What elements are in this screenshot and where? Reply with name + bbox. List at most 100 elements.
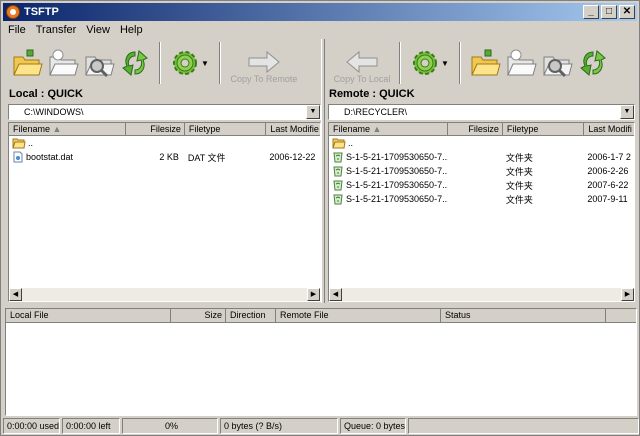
file-modified-cell: 2006-2-26 bbox=[587, 166, 629, 176]
file-name-text: S-1-5-21-1709530650-7... bbox=[346, 166, 449, 176]
folder-icon bbox=[12, 138, 26, 149]
maximize-button[interactable]: □ bbox=[601, 5, 617, 19]
file-size-cell: 2 KB bbox=[159, 152, 179, 162]
col-size[interactable]: Size bbox=[171, 309, 226, 323]
recycle-bin-icon bbox=[333, 180, 343, 191]
local-path-value: C:\WINDOWS\ bbox=[24, 107, 84, 117]
file-name-text: S-1-5-21-1709530650-7... bbox=[346, 180, 449, 190]
local-refresh-button[interactable] bbox=[117, 43, 153, 83]
file-row[interactable]: .. bbox=[9, 136, 320, 150]
file-name-cell: .. bbox=[329, 137, 448, 149]
col-remote-file[interactable]: Remote File bbox=[276, 309, 441, 323]
file-row[interactable]: S-1-5-21-1709530650-7... 文件夹 2007-9-11 bbox=[329, 192, 634, 206]
queue-column-headers: Local File Size Direction Remote File St… bbox=[6, 309, 636, 323]
local-toolbar: ▼ Copy To Remote bbox=[9, 39, 301, 87]
local-column-headers: Filename ▲ Filesize Filetype Last Modifi… bbox=[9, 123, 320, 136]
status-spare bbox=[408, 418, 639, 434]
file-modified-cell: 2006-1-7 2 bbox=[587, 152, 631, 162]
col-filetype[interactable]: Filetype bbox=[185, 123, 267, 136]
gear-icon bbox=[173, 51, 197, 75]
local-hscrollbar[interactable]: ◀ ▶ bbox=[9, 288, 320, 301]
file-type-cell: 文件夹 bbox=[505, 152, 533, 163]
transfer-queue[interactable]: Local File Size Direction Remote File St… bbox=[5, 308, 637, 416]
title-bar[interactable]: TSFTP _ □ ✕ bbox=[3, 3, 637, 21]
remote-new-folder-button[interactable] bbox=[503, 43, 539, 83]
folder-icon bbox=[332, 138, 346, 149]
settings-dropdown-icon[interactable]: ▼ bbox=[201, 59, 209, 68]
recycle-bin-icon bbox=[333, 166, 343, 177]
recycle-folder-icon bbox=[332, 165, 344, 177]
copy-to-local-button[interactable]: Copy To Local bbox=[331, 41, 393, 85]
chevron-down-icon[interactable]: ▼ bbox=[306, 105, 320, 119]
refresh-icon bbox=[580, 50, 606, 76]
settings-dropdown-icon[interactable]: ▼ bbox=[441, 59, 449, 68]
panel-splitter[interactable] bbox=[321, 39, 325, 303]
remote-file-list[interactable]: Filename ▲ Filesize Filetype Last Modifi… bbox=[328, 122, 635, 302]
remote-toolbar: Copy To Local ▼ bbox=[331, 39, 611, 87]
refresh-icon bbox=[122, 50, 148, 76]
chevron-down-icon[interactable]: ▼ bbox=[620, 105, 634, 119]
col-modified[interactable]: Last Modifi bbox=[584, 123, 634, 136]
local-open-folder-button[interactable] bbox=[9, 43, 45, 83]
file-icon bbox=[13, 151, 23, 163]
local-file-list[interactable]: Filename ▲ Filesize Filetype Last Modifi… bbox=[8, 122, 321, 302]
scroll-left-icon[interactable]: ◀ bbox=[9, 288, 22, 301]
file-name-cell: .. bbox=[9, 137, 126, 149]
menu-transfer[interactable]: Transfer bbox=[31, 24, 82, 36]
file-row[interactable]: .. bbox=[329, 136, 634, 150]
status-bytes: 0 bytes (? B/s) bbox=[220, 418, 338, 434]
local-rows: .. bootstat.dat 2 KB DAT 文件 2006-12-22 bbox=[9, 136, 320, 164]
col-modified[interactable]: Last Modifie bbox=[266, 123, 320, 136]
app-icon bbox=[6, 5, 20, 19]
col-local-file[interactable]: Local File bbox=[6, 309, 171, 323]
file-modified-cell: 2007-6-22 bbox=[587, 180, 629, 190]
col-filename[interactable]: Filename ▲ bbox=[9, 123, 127, 136]
window-title: TSFTP bbox=[24, 6, 59, 18]
col-status[interactable]: Status bbox=[441, 309, 606, 323]
menu-view[interactable]: View bbox=[81, 24, 115, 36]
new-folder-icon bbox=[507, 49, 537, 76]
file-type-cell: DAT 文件 bbox=[187, 152, 226, 163]
file-name-text: .. bbox=[348, 138, 354, 148]
scroll-left-icon[interactable]: ◀ bbox=[329, 288, 342, 301]
scroll-right-icon[interactable]: ▶ bbox=[621, 288, 634, 301]
copy-to-remote-button[interactable]: Copy To Remote bbox=[227, 41, 301, 85]
local-new-folder-button[interactable] bbox=[45, 43, 81, 83]
file-type-cell: 文件夹 bbox=[505, 194, 533, 205]
search-folder-icon bbox=[543, 56, 573, 78]
menu-file[interactable]: File bbox=[3, 24, 31, 36]
remote-refresh-button[interactable] bbox=[575, 43, 611, 83]
col-filetype[interactable]: Filetype bbox=[503, 123, 585, 136]
local-path-select[interactable]: C:\WINDOWS\ ▼ bbox=[8, 104, 321, 120]
col-filesize[interactable]: Filesize bbox=[448, 123, 503, 136]
file-name-cell: S-1-5-21-1709530650-7... bbox=[329, 151, 448, 163]
status-time-used: 0:00:00 used bbox=[3, 418, 60, 434]
file-row[interactable]: S-1-5-21-1709530650-7... 文件夹 2006-2-26 bbox=[329, 164, 634, 178]
remote-settings-button[interactable] bbox=[407, 43, 443, 83]
file-row[interactable]: bootstat.dat 2 KB DAT 文件 2006-12-22 bbox=[9, 150, 320, 164]
file-row[interactable]: S-1-5-21-1709530650-7... 文件夹 2006-1-7 2 bbox=[329, 150, 634, 164]
file-row[interactable]: S-1-5-21-1709530650-7... 文件夹 2007-6-22 bbox=[329, 178, 634, 192]
remote-open-folder-button[interactable] bbox=[467, 43, 503, 83]
copy-to-local-label: Copy To Local bbox=[333, 74, 391, 84]
col-filename[interactable]: Filename ▲ bbox=[329, 123, 449, 136]
remote-path-select[interactable]: D:\RECYCLER\ ▼ bbox=[328, 104, 635, 120]
remote-column-headers: Filename ▲ Filesize Filetype Last Modifi bbox=[329, 123, 634, 136]
remote-panel: Remote : QUICK D:\RECYCLER\ ▼ Filename ▲… bbox=[326, 87, 637, 302]
remote-hscrollbar[interactable]: ◀ ▶ bbox=[329, 288, 634, 301]
scroll-right-icon[interactable]: ▶ bbox=[307, 288, 320, 301]
file-name-cell: S-1-5-21-1709530650-7... bbox=[329, 165, 448, 177]
col-direction[interactable]: Direction bbox=[226, 309, 276, 323]
close-button[interactable]: ✕ bbox=[619, 5, 635, 19]
folder-up-icon bbox=[332, 137, 346, 149]
file-icon bbox=[12, 151, 24, 163]
menu-help[interactable]: Help bbox=[115, 24, 148, 36]
minimize-button[interactable]: _ bbox=[583, 5, 599, 19]
local-settings-button[interactable] bbox=[167, 43, 203, 83]
local-search-button[interactable] bbox=[81, 43, 117, 83]
status-bar: 0:00:00 used 0:00:00 left 0% 0 bytes (? … bbox=[3, 418, 639, 434]
col-filesize[interactable]: Filesize bbox=[126, 123, 185, 136]
file-name-cell: S-1-5-21-1709530650-7... bbox=[329, 179, 448, 191]
gear-icon bbox=[413, 51, 437, 75]
remote-search-button[interactable] bbox=[539, 43, 575, 83]
